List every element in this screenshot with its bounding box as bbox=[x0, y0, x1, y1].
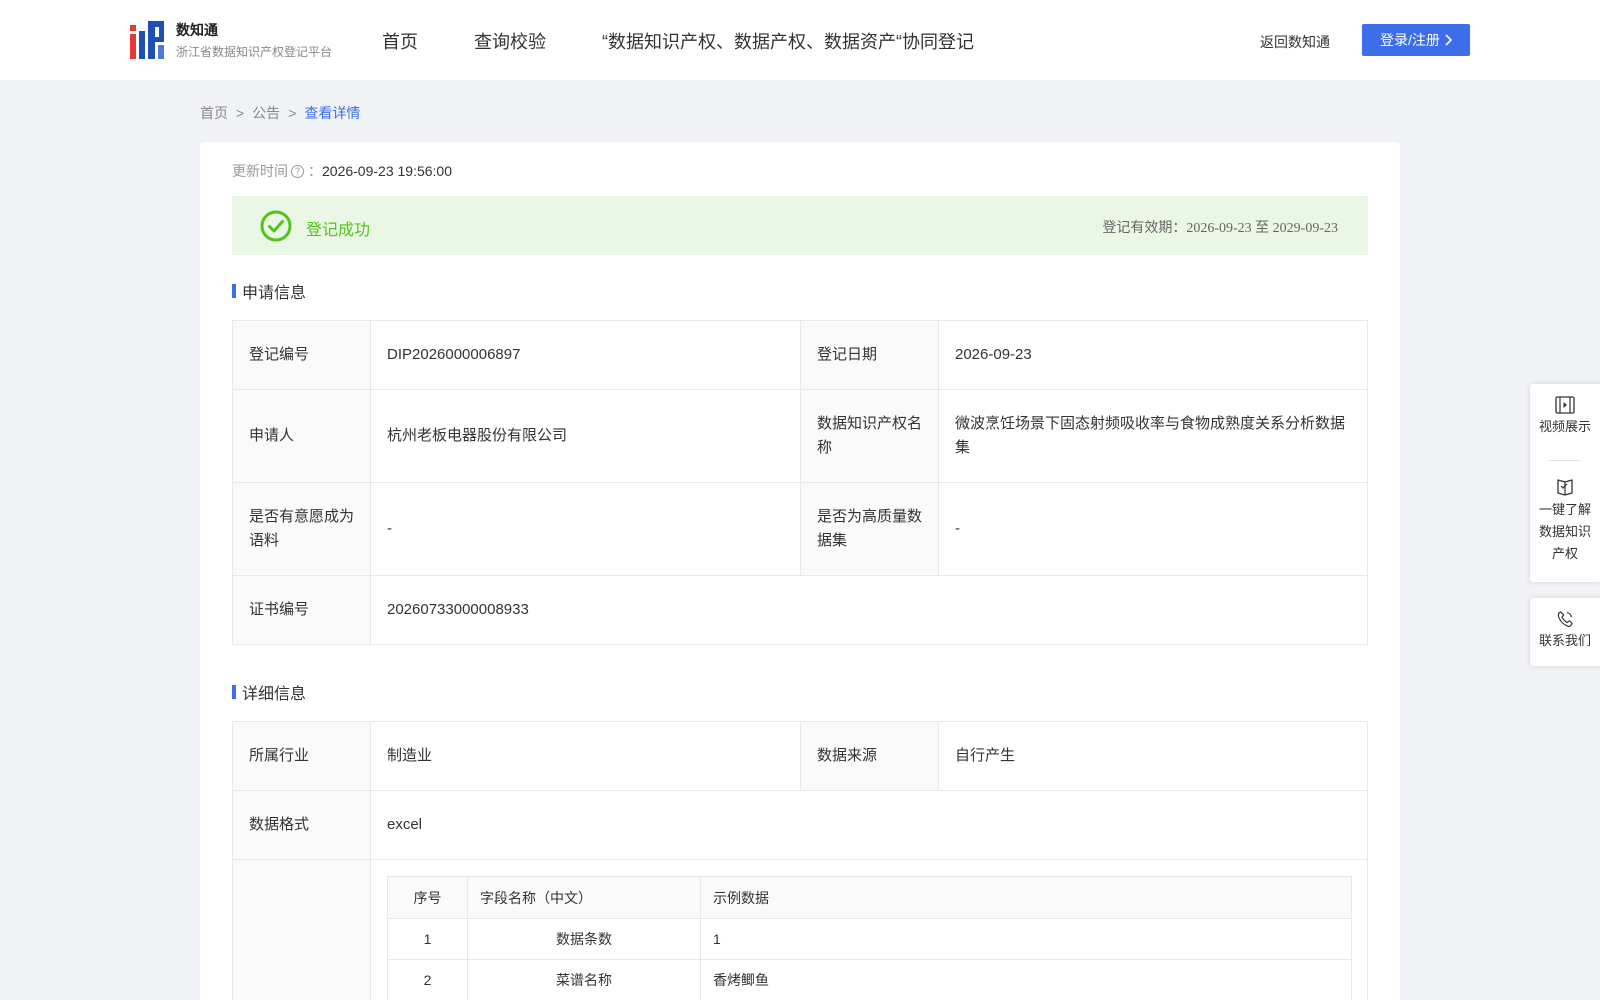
section-detail-info: 详细信息 bbox=[232, 680, 306, 704]
label-industry: 所属行业 bbox=[232, 721, 371, 791]
table-row: 登记编号 DIP2026000006897 登记日期 2026-09-23 bbox=[232, 320, 1368, 390]
label-fields-empty bbox=[232, 859, 371, 1000]
update-time: 更新时间 ? ： 2026-09-23 19:56:00 bbox=[232, 161, 452, 181]
field-table-header: 序号 字段名称（中文） 示例数据 bbox=[387, 876, 1352, 919]
float-sidebar-top: 视频展示 一键了解 数据知识 产权 bbox=[1530, 384, 1600, 582]
value-industry: 制造业 bbox=[370, 721, 801, 791]
login-register-button[interactable]: 登录/注册 bbox=[1362, 24, 1470, 56]
back-to-portal-link[interactable]: 返回数知通 bbox=[1260, 32, 1330, 52]
cell-field-name: 菜谱名称 bbox=[467, 959, 701, 1000]
label-data-source: 数据来源 bbox=[800, 721, 939, 791]
value-high-quality: - bbox=[938, 482, 1368, 576]
breadcrumb-home[interactable]: 首页 bbox=[200, 105, 228, 121]
section-marker bbox=[232, 685, 236, 699]
brand-subtitle: 浙江省数据知识产权登记平台 bbox=[176, 45, 333, 59]
breadcrumb-notice[interactable]: 公告 bbox=[252, 105, 280, 121]
table-row: 申请人 杭州老板电器股份有限公司 数据知识产权名称 微波烹饪场景下固态射频吸收率… bbox=[232, 389, 1368, 483]
label-applicant: 申请人 bbox=[232, 389, 371, 483]
learn-ip-label-1: 一键了解 bbox=[1538, 502, 1591, 517]
value-applicant: 杭州老板电器股份有限公司 bbox=[370, 389, 801, 483]
label-registration-no: 登记编号 bbox=[232, 320, 371, 390]
table-row: 证书编号 20260733000008933 bbox=[232, 575, 1368, 645]
table-row: 数据格式 excel bbox=[232, 790, 1368, 860]
contact-us-label: 联系我们 bbox=[1538, 633, 1591, 648]
section-marker bbox=[232, 284, 236, 298]
brand-logo-icon[interactable] bbox=[130, 21, 166, 59]
header-sample-data: 示例数据 bbox=[700, 876, 1352, 919]
label-data-format: 数据格式 bbox=[232, 790, 371, 860]
section-application-info: 申请信息 bbox=[232, 279, 306, 303]
update-time-value: 2026-09-23 19:56:00 bbox=[322, 163, 452, 179]
video-showcase-label: 视频展示 bbox=[1538, 419, 1591, 434]
table-row: 所属行业 制造业 数据来源 自行产生 bbox=[232, 721, 1368, 791]
value-ip-name: 微波烹饪场景下固态射频吸收率与食物成熟度关系分析数据集 bbox=[938, 389, 1368, 483]
question-icon[interactable]: ? bbox=[291, 164, 304, 178]
label-ip-name: 数据知识产权名称 bbox=[800, 389, 939, 483]
learn-ip-button[interactable]: 一键了解 数据知识 产权 bbox=[1530, 461, 1600, 565]
float-sidebar-contact: 联系我们 bbox=[1530, 598, 1600, 666]
label-certificate-no: 证书编号 bbox=[232, 575, 371, 645]
table-row: 1 数据条数 1 bbox=[387, 918, 1352, 960]
header-field-name: 字段名称（中文） bbox=[467, 876, 701, 919]
validity-period: 登记有效期：2026-09-23 至 2029-09-23 bbox=[1102, 221, 1338, 236]
cell-index: 1 bbox=[387, 918, 468, 960]
breadcrumb-current: 查看详情 bbox=[304, 105, 361, 121]
learn-ip-label-3: 产权 bbox=[1551, 546, 1578, 561]
application-info-table: 登记编号 DIP2026000006897 登记日期 2026-09-23 申请… bbox=[232, 320, 1368, 645]
update-time-colon: ： bbox=[308, 163, 322, 179]
cell-index: 2 bbox=[387, 959, 468, 1000]
contact-us-button[interactable]: 联系我们 bbox=[1530, 598, 1600, 652]
top-header: 数知通 浙江省数据知识产权登记平台 首页 查询校验 “数据知识产权、数据产权、数… bbox=[0, 0, 1600, 80]
value-registration-date: 2026-09-23 bbox=[938, 320, 1368, 390]
video-showcase-button[interactable]: 视频展示 bbox=[1530, 384, 1600, 460]
value-certificate-no: 20260733000008933 bbox=[370, 575, 1368, 645]
breadcrumb-separator: > bbox=[236, 105, 245, 121]
update-time-label: 更新时间 bbox=[232, 163, 288, 179]
brand-title: 数知通 bbox=[176, 22, 218, 38]
table-row: 2 菜谱名称 香烤鲫鱼 bbox=[387, 959, 1352, 1000]
nav-joint-registration[interactable]: “数据知识产权、数据产权、数据资产“协同登记 bbox=[602, 28, 974, 54]
nav-home[interactable]: 首页 bbox=[382, 28, 418, 54]
cell-field-name: 数据条数 bbox=[467, 918, 701, 960]
learn-ip-label-2: 数据知识 bbox=[1538, 524, 1591, 539]
breadcrumb: 首页 > 公告 > 查看详情 bbox=[200, 103, 360, 123]
breadcrumb-separator: > bbox=[288, 105, 297, 121]
value-corpus-willing: - bbox=[370, 482, 801, 576]
section-title-text: 详细信息 bbox=[242, 686, 307, 703]
value-registration-no: DIP2026000006897 bbox=[370, 320, 801, 390]
login-register-label: 登录/注册 bbox=[1380, 32, 1440, 48]
value-data-source: 自行产生 bbox=[938, 721, 1368, 791]
nav-query-verify[interactable]: 查询校验 bbox=[474, 28, 546, 54]
cell-sample-data: 1 bbox=[700, 918, 1352, 960]
label-registration-date: 登记日期 bbox=[800, 320, 939, 390]
value-data-format: excel bbox=[370, 790, 1368, 860]
field-table: 序号 字段名称（中文） 示例数据 1 数据条数 1 2 菜谱名称 香烤鲫鱼 bbox=[387, 876, 1352, 1000]
label-high-quality: 是否为高质量数据集 bbox=[800, 482, 939, 576]
chevron-right-icon bbox=[1445, 34, 1452, 46]
header-index: 序号 bbox=[387, 876, 468, 919]
cell-sample-data: 香烤鲫鱼 bbox=[700, 959, 1352, 1000]
detail-card: 更新时间 ? ： 2026-09-23 19:56:00 登记成功 登记有效期：… bbox=[200, 142, 1400, 1000]
book-icon bbox=[1557, 479, 1573, 496]
phone-icon bbox=[1557, 611, 1573, 628]
check-circle-icon bbox=[260, 210, 292, 242]
table-row: 是否有意愿成为语料 - 是否为高质量数据集 - bbox=[232, 482, 1368, 576]
label-corpus-willing: 是否有意愿成为语料 bbox=[232, 482, 371, 576]
section-title-text: 申请信息 bbox=[242, 285, 307, 302]
status-banner: 登记成功 登记有效期：2026-09-23 至 2029-09-23 bbox=[232, 196, 1368, 255]
status-text: 登记成功 bbox=[306, 222, 371, 239]
video-icon bbox=[1555, 396, 1575, 414]
